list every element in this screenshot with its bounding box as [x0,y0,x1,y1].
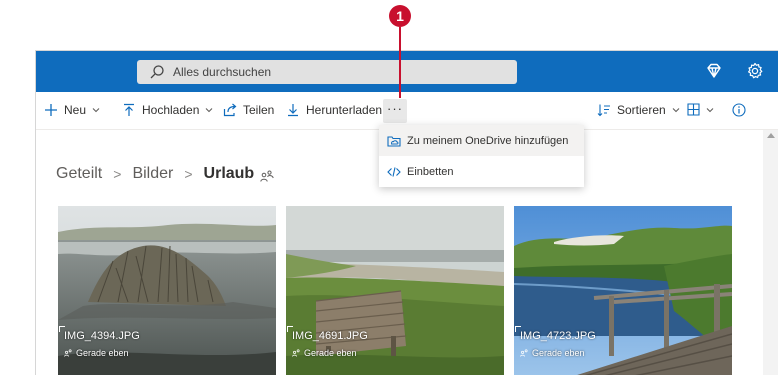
breadcrumb: Geteilt > Bilder > Urlaub [56,165,274,183]
vertical-scrollbar[interactable] [763,130,778,375]
scroll-up-arrow-icon[interactable] [767,133,775,138]
share-label: Teilen [243,103,275,117]
breadcrumb-separator: > [113,166,122,182]
breadcrumb-separator: > [184,166,193,182]
more-options-button[interactable]: ··· [383,99,407,123]
chevron-down-icon [672,108,680,113]
menu-item-label: Zu meinem OneDrive hinzufügen [407,134,569,147]
gear-icon[interactable] [746,62,764,80]
menu-item-embed[interactable]: Einbetten [379,156,584,187]
photo-modified-text: Gerade eben [304,348,357,358]
download-button[interactable]: Herunterladen [286,103,382,117]
upload-icon [124,103,134,116]
photo-tile[interactable]: IMG_4691.JPG Gerade eben [286,206,504,375]
search-icon [150,65,164,79]
shared-people-icon [292,349,300,357]
grid-view-icon [687,103,700,116]
search-box[interactable]: Alles durchsuchen [137,60,517,84]
chevron-down-icon [706,107,714,112]
photo-modified: Gerade eben [292,348,357,358]
shared-people-icon [260,170,274,182]
callout-line [399,27,401,98]
photo-name: IMG_4723.JPG [520,330,596,342]
photo-tile[interactable]: IMG_4394.JPG Gerade eben [58,206,276,375]
menu-item-add-to-onedrive[interactable]: Zu meinem OneDrive hinzufügen [379,125,584,156]
onedrive-window: Alles durchsuchen Neu Hochladen Teilen H… [35,50,778,375]
new-label: Neu [64,103,87,117]
add-to-onedrive-icon [387,136,401,147]
view-switch-button[interactable] [687,103,714,116]
sort-button[interactable]: Sortieren [597,103,680,117]
sort-label: Sortieren [617,103,666,117]
chevron-down-icon [92,108,100,113]
callout-badge: 1 [389,5,411,27]
shared-people-icon [520,349,528,357]
search-input[interactable]: Alles durchsuchen [173,65,271,79]
chevron-down-icon [205,108,213,113]
photo-modified: Gerade eben [64,348,129,358]
upload-button[interactable]: Hochladen [122,103,213,117]
top-bar: Alles durchsuchen [36,51,778,92]
embed-code-icon [387,166,401,177]
photo-tile[interactable]: IMG_4723.JPG Gerade eben [514,206,732,375]
info-icon [732,103,746,117]
info-button[interactable] [732,103,746,117]
photo-name: IMG_4394.JPG [64,330,140,342]
sort-icon [597,104,610,117]
photo-modified-text: Gerade eben [532,348,585,358]
plus-icon [45,104,57,116]
shared-people-icon [64,349,72,357]
breadcrumb-item-shared[interactable]: Geteilt [56,165,102,183]
breadcrumb-item-current: Urlaub [203,165,255,182]
new-button[interactable]: Neu [44,103,100,117]
download-label: Herunterladen [306,103,383,117]
download-icon [288,104,298,117]
share-icon [223,103,237,117]
photo-name: IMG_4691.JPG [292,330,368,342]
photo-modified-text: Gerade eben [76,348,129,358]
diamond-icon[interactable] [705,62,723,80]
photo-modified: Gerade eben [520,348,585,358]
menu-item-label: Einbetten [407,165,454,178]
more-options-menu: Zu meinem OneDrive hinzufügen Einbetten [379,125,584,187]
share-button[interactable]: Teilen [223,103,274,117]
upload-label: Hochladen [142,103,200,117]
breadcrumb-item-pictures[interactable]: Bilder [132,165,173,183]
